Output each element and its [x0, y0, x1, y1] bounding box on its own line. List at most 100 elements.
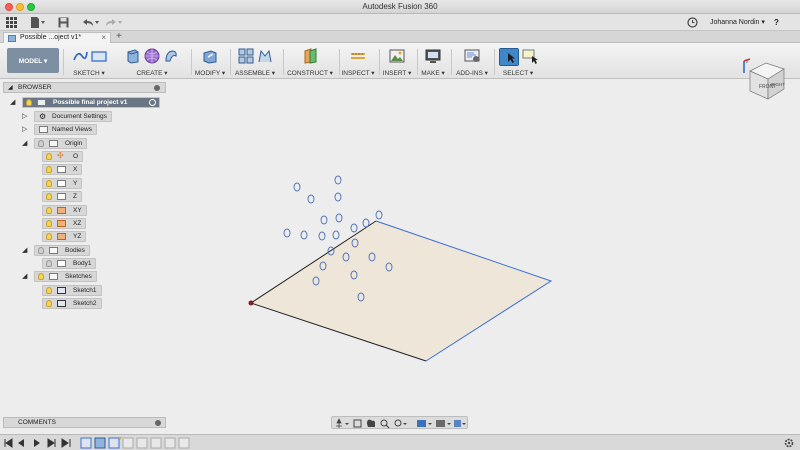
visibility-bulb-icon[interactable] [38, 140, 44, 147]
timeline-playback-controls[interactable] [4, 438, 74, 448]
browser-item-document-settings[interactable]: ⚙ Document Settings [34, 111, 112, 122]
visibility-bulb-icon[interactable] [46, 300, 52, 307]
expand-triangle-icon[interactable]: ◢ [22, 272, 27, 280]
inspect-menu-label[interactable]: INSPECT ▾ [340, 69, 376, 77]
timeline-suppressed-feature-icon[interactable] [178, 437, 190, 449]
sketch-group[interactable]: SKETCH ▾ [64, 46, 114, 78]
navigation-tools[interactable] [335, 418, 466, 429]
save-icon[interactable] [58, 17, 69, 28]
inspect-group[interactable]: INSPECT ▾ [340, 46, 376, 78]
pan-hand-icon[interactable] [367, 419, 375, 427]
go-to-start-icon[interactable] [4, 438, 13, 448]
expand-triangle-icon[interactable]: ◢ [22, 246, 27, 254]
visibility-bulb-icon[interactable] [38, 247, 44, 254]
browser-item-xy-plane[interactable]: XY [42, 205, 87, 216]
timeline-suppressed-feature-icon[interactable] [122, 437, 134, 449]
browser-item-x-axis[interactable]: X [42, 164, 83, 175]
viewports-icon[interactable] [454, 420, 461, 427]
visibility-bulb-icon[interactable] [46, 260, 52, 267]
select-arrow-icon[interactable] [498, 48, 519, 66]
assemble-menu-label[interactable]: ASSEMBLE ▾ [231, 69, 279, 77]
visibility-bulb-icon[interactable] [46, 287, 52, 294]
timeline-extrude-feature-icon[interactable] [94, 437, 106, 449]
workspace-switcher[interactable]: MODEL ▾ [7, 48, 59, 73]
visibility-bulb-icon[interactable] [46, 180, 52, 187]
zoom-dropdown-icon[interactable] [403, 423, 407, 425]
visibility-bulb-icon[interactable] [46, 193, 52, 200]
visibility-bulb-icon[interactable] [46, 153, 52, 160]
expand-triangle-icon[interactable]: ◢ [22, 139, 27, 147]
select-menu-label[interactable]: SELECT ▾ [495, 69, 541, 77]
browser-item-body1[interactable]: Body1 [42, 258, 97, 269]
browser-item-sketch1[interactable]: Sketch1 [42, 285, 102, 296]
measure-icon[interactable] [350, 48, 366, 64]
viewcube[interactable]: FRONT RIGHT [740, 55, 788, 103]
add-ins-menu-label[interactable]: ADD-INS ▾ [452, 69, 492, 77]
create-group[interactable]: CREATE ▾ [117, 46, 187, 78]
timeline-suppressed-feature-icon[interactable] [136, 437, 148, 449]
insert-image-icon[interactable] [389, 48, 405, 64]
revolve-icon[interactable] [163, 48, 179, 64]
grid-dropdown-icon[interactable] [447, 423, 451, 425]
timeline-settings-gear-icon[interactable] [784, 438, 794, 448]
browser-item-origin-point[interactable]: ✣ O [42, 151, 84, 162]
help-button[interactable]: ? [774, 18, 779, 27]
timeline-suppressed-feature-icon[interactable] [164, 437, 176, 449]
timeline-features[interactable] [80, 437, 200, 449]
step-back-icon[interactable] [18, 439, 24, 447]
scripts-addins-icon[interactable] [464, 48, 480, 64]
construct-menu-label[interactable]: CONSTRUCT ▾ [284, 69, 336, 77]
construct-group[interactable]: CONSTRUCT ▾ [284, 46, 336, 78]
browser-header[interactable]: ◢ BROWSER [3, 82, 166, 93]
sketch-menu-label[interactable]: SKETCH ▾ [64, 69, 114, 77]
browser-item-named-views[interactable]: Named Views [34, 124, 97, 135]
orbit-icon[interactable] [336, 418, 342, 428]
sketch-rectangle-icon[interactable] [90, 48, 107, 64]
assemble-group[interactable]: ASSEMBLE ▾ [231, 46, 279, 78]
timeline-sketch-feature-icon[interactable] [108, 437, 120, 449]
display-settings-icon[interactable] [417, 420, 426, 427]
root-component[interactable]: Possible final project v1 [22, 97, 160, 108]
expand-triangle-icon[interactable]: ▷ [22, 112, 27, 120]
extrude-icon[interactable] [125, 48, 141, 64]
step-forward-icon[interactable] [47, 438, 56, 448]
visibility-bulb-icon[interactable] [46, 207, 52, 214]
make-group[interactable]: MAKE ▾ [418, 46, 448, 78]
expand-triangle-icon[interactable]: ◢ [10, 98, 15, 106]
visibility-bulb-icon[interactable] [46, 166, 52, 173]
3d-print-icon[interactable] [425, 48, 441, 64]
orbit-dropdown-icon[interactable] [345, 423, 349, 425]
press-pull-icon[interactable] [202, 48, 218, 64]
offset-plane-icon[interactable] [302, 48, 318, 64]
joint-icon[interactable] [257, 48, 273, 64]
undo-icon[interactable] [81, 17, 99, 28]
activate-radio-icon[interactable] [149, 99, 156, 106]
select-group[interactable]: SELECT ▾ [495, 46, 541, 78]
browser-item-xz-plane[interactable]: XZ [42, 218, 87, 229]
visibility-bulb-icon[interactable] [46, 220, 52, 227]
modify-group[interactable]: MODIFY ▾ [192, 46, 228, 78]
new-component-icon[interactable] [238, 48, 254, 64]
fit-icon[interactable] [394, 419, 402, 427]
sketch-line-icon[interactable] [72, 48, 88, 64]
data-panel-grid-icon[interactable] [6, 17, 17, 28]
add-ins-group[interactable]: ADD-INS ▾ [452, 46, 492, 78]
browser-item-origin[interactable]: Origin [34, 138, 88, 149]
create-menu-label[interactable]: CREATE ▾ [117, 69, 187, 77]
new-tab-button[interactable]: + [116, 31, 122, 42]
job-status-clock-icon[interactable] [687, 17, 698, 28]
modify-menu-label[interactable]: MODIFY ▾ [192, 69, 228, 77]
browser-item-yz-plane[interactable]: YZ [42, 231, 87, 242]
browser-pin-icon[interactable] [154, 85, 160, 91]
visibility-bulb-icon[interactable] [26, 99, 32, 106]
make-menu-label[interactable]: MAKE ▾ [418, 69, 448, 77]
viewports-dropdown-icon[interactable] [462, 423, 466, 425]
redo-icon[interactable] [104, 17, 122, 28]
insert-group[interactable]: INSERT ▾ [380, 46, 414, 78]
play-icon[interactable] [34, 439, 40, 447]
go-to-end-icon[interactable] [61, 438, 71, 448]
timeline-suppressed-feature-icon[interactable] [150, 437, 162, 449]
visibility-bulb-icon[interactable] [46, 233, 52, 240]
collapse-triangle-icon[interactable]: ◢ [8, 84, 13, 91]
browser-item-bodies[interactable]: Bodies [34, 245, 90, 256]
